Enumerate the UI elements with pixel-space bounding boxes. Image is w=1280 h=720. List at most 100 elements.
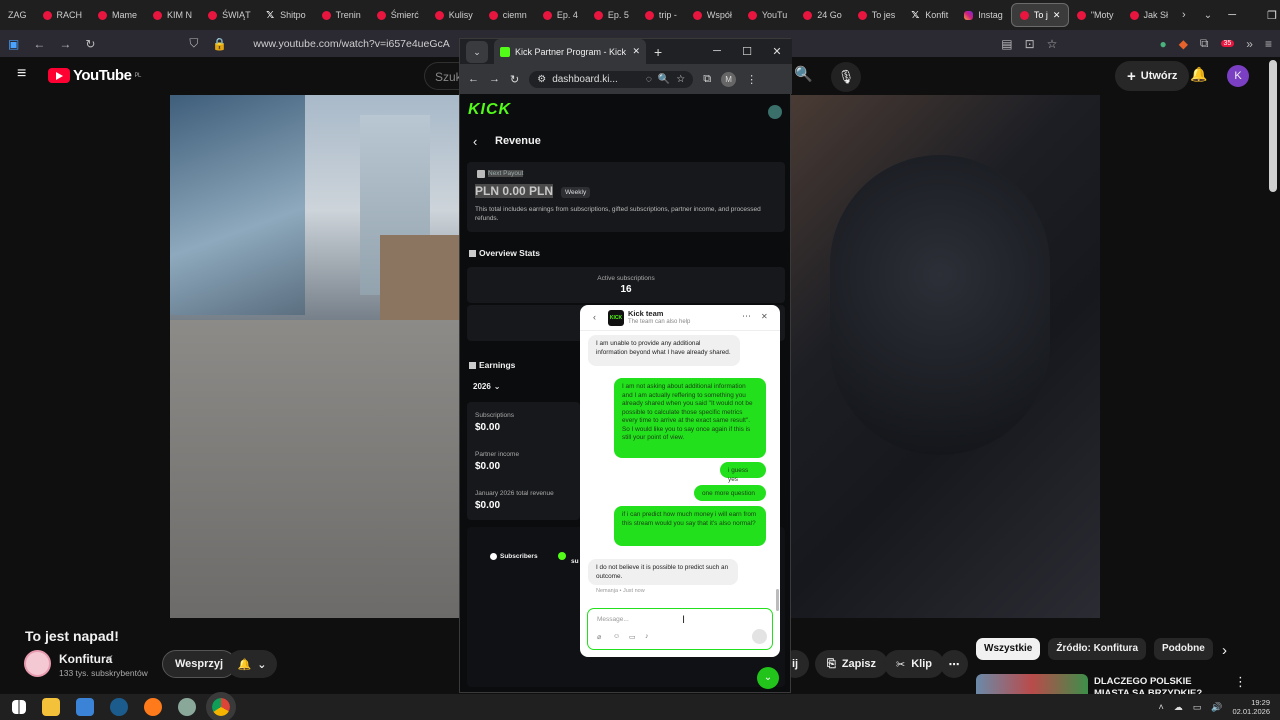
extensions-icon[interactable]: ⧉ xyxy=(1200,36,1209,51)
account-avatar[interactable]: K xyxy=(1227,65,1249,87)
back-icon[interactable]: ← xyxy=(33,37,45,51)
subscribe-bell-button[interactable]: 🔔 ⌄ xyxy=(227,650,277,678)
browser-tab[interactable]: trip - xyxy=(637,3,685,27)
zoom-icon[interactable]: 🔍 xyxy=(658,74,670,85)
tray-volume-icon[interactable]: 🔊 xyxy=(1211,702,1222,713)
browser-tab[interactable]: "Moty xyxy=(1069,3,1122,27)
chat-more-icon[interactable]: ⋯ xyxy=(742,311,751,322)
browser-tab[interactable]: Kulisy xyxy=(427,3,481,27)
kick-user-avatar[interactable] xyxy=(768,105,782,119)
message-input[interactable]: Message... ⌀ ☺ ▭ ♪ xyxy=(587,608,773,650)
menu-icon[interactable]: ≡ xyxy=(1265,37,1272,51)
tray-network-icon[interactable]: ▭ xyxy=(1193,702,1202,713)
popup-menu-icon[interactable]: ⋮ xyxy=(746,73,757,86)
maximize-icon[interactable]: ❐ xyxy=(1252,9,1280,22)
browser-tab[interactable]: ŚWIĄT xyxy=(200,3,258,27)
profile-badge[interactable]: 35 xyxy=(1220,40,1235,47)
reader-icon[interactable]: ▤ xyxy=(1001,37,1012,51)
filter-chip[interactable]: Wszystkie xyxy=(976,638,1041,660)
sidebar-icon[interactable]: ▣ xyxy=(8,37,19,51)
browser-tab[interactable]: 24 Go xyxy=(795,3,850,27)
browser-tab[interactable]: RACH xyxy=(35,3,91,27)
create-button[interactable]: + Utwórz xyxy=(1115,61,1190,91)
year-dropdown[interactable]: 2026 ⌄ xyxy=(473,382,501,391)
channel-avatar[interactable] xyxy=(24,650,51,677)
more-tools-icon[interactable]: » xyxy=(1246,37,1253,51)
browser-tab[interactable]: Trenin xyxy=(314,3,369,27)
forward-icon[interactable]: → xyxy=(59,37,71,51)
browser-tab[interactable]: Jak Sł xyxy=(1122,3,1177,27)
popup-maximize-icon[interactable]: ☐ xyxy=(732,45,762,58)
url-bar[interactable]: www.youtube.com/watch?v=i657e4ueGcA xyxy=(253,38,449,50)
tab-search-icon[interactable]: ⌄ xyxy=(466,40,488,63)
chat-scrollbar[interactable] xyxy=(776,589,779,611)
recommended-title[interactable]: DLACZEGO POLSKIE MIASTA SĄ BRZYDKIE? xyxy=(1094,676,1224,694)
clip-button[interactable]: ✂ Klip xyxy=(884,650,944,678)
site-settings-icon[interactable]: ⚙ xyxy=(537,74,546,85)
reload-icon[interactable]: ↻ xyxy=(85,37,95,51)
browser-tab[interactable]: Instag xyxy=(956,3,1011,27)
youtube-logo[interactable]: YouTube PL xyxy=(48,67,141,84)
browser-tab[interactable]: Współ xyxy=(685,3,740,27)
file-explorer-icon[interactable] xyxy=(42,698,60,716)
more-options-button[interactable]: ⋯ xyxy=(940,650,968,678)
screenshot-icon[interactable]: ⊡ xyxy=(1025,37,1035,51)
close-tab-icon[interactable]: ✕ xyxy=(1053,10,1061,21)
popup-close-icon[interactable]: ✕ xyxy=(762,45,792,58)
popup-back-icon[interactable]: ← xyxy=(468,73,479,85)
bookmark-star-icon[interactable]: ☆ xyxy=(1047,37,1058,51)
save-button[interactable]: ⎘ Zapisz xyxy=(815,650,889,678)
close-tab-icon[interactable]: ✕ xyxy=(632,46,640,57)
chat-launcher-button[interactable]: ⌄ xyxy=(757,667,779,689)
scroll-right-icon[interactable]: › xyxy=(1182,9,1186,21)
popup-star-icon[interactable]: ☆ xyxy=(676,74,685,85)
shield-icon[interactable]: ⛉ xyxy=(189,36,198,51)
emoji-icon[interactable]: ☺ xyxy=(613,633,620,640)
browser-tab[interactable]: To jes xyxy=(850,3,904,27)
chrome-icon[interactable] xyxy=(206,692,236,720)
popup-tab[interactable]: Kick Partner Program - Kick Da ✕ xyxy=(494,39,646,64)
filter-chip[interactable]: Źródło: Konfitura xyxy=(1048,638,1147,660)
tray-cloud-icon[interactable]: ☁ xyxy=(1174,702,1183,713)
monitor-app-icon[interactable] xyxy=(76,698,94,716)
attach-icon[interactable]: ⌀ xyxy=(597,633,601,641)
clock[interactable]: 19:29 02.01.2026 xyxy=(1232,698,1270,716)
popup-reload-icon[interactable]: ↻ xyxy=(510,73,519,86)
browser-tab[interactable]: Ep. 4 xyxy=(535,3,586,27)
search-input[interactable]: Szuk xyxy=(424,62,464,90)
browser-tab[interactable]: Śmierć xyxy=(369,3,427,27)
browser-tab[interactable]: ciemn xyxy=(481,3,535,27)
tray-expand-icon[interactable]: ˄ xyxy=(1158,702,1163,712)
popup-url-field[interactable]: ⚙ dashboard.ki... ◌ 🔍 ☆ xyxy=(529,70,694,88)
gif-icon[interactable]: ▭ xyxy=(629,633,636,641)
recommended-menu-icon[interactable]: ⋮ xyxy=(1234,674,1247,690)
microphone-icon[interactable]: 🎙 xyxy=(831,62,861,92)
channel-name[interactable]: Konfitura xyxy=(59,652,112,666)
mic-icon[interactable]: ♪ xyxy=(645,633,649,640)
popup-extensions-icon[interactable]: ⧉ xyxy=(703,73,711,86)
app-icon[interactable] xyxy=(178,698,196,716)
new-tab-icon[interactable]: + xyxy=(654,44,662,60)
notifications-bell-icon[interactable]: 🔔 xyxy=(1190,66,1207,83)
hamburger-icon[interactable]: ≡ xyxy=(17,65,26,83)
send-button[interactable] xyxy=(752,629,767,644)
steam-icon[interactable] xyxy=(110,698,128,716)
popup-minimize-icon[interactable]: ─ xyxy=(702,45,732,58)
fox-icon[interactable]: ◆ xyxy=(1179,37,1188,51)
firefox-icon[interactable] xyxy=(144,698,162,716)
kick-logo[interactable]: KICK xyxy=(468,101,511,119)
windows-start-icon[interactable] xyxy=(12,700,26,714)
extension-shield-icon[interactable]: ● xyxy=(1159,37,1166,51)
page-scrollbar[interactable] xyxy=(1269,60,1277,192)
popup-forward-icon[interactable]: → xyxy=(489,73,500,85)
revenue-back-icon[interactable]: ‹ xyxy=(473,134,477,149)
support-button[interactable]: Wesprzyj xyxy=(162,650,237,678)
chat-back-icon[interactable]: ‹ xyxy=(593,312,596,322)
browser-tab[interactable]: Mame xyxy=(90,3,145,27)
search-icon[interactable]: 🔍 xyxy=(794,65,813,83)
browser-tab[interactable]: Ep. 5 xyxy=(586,3,637,27)
browser-tab[interactable]: YouTu xyxy=(740,3,795,27)
browser-tab[interactable]: ZAG xyxy=(0,3,35,27)
chips-next-icon[interactable]: › xyxy=(1222,642,1227,659)
browser-tab[interactable]: To j ✕ xyxy=(1010,3,1069,27)
